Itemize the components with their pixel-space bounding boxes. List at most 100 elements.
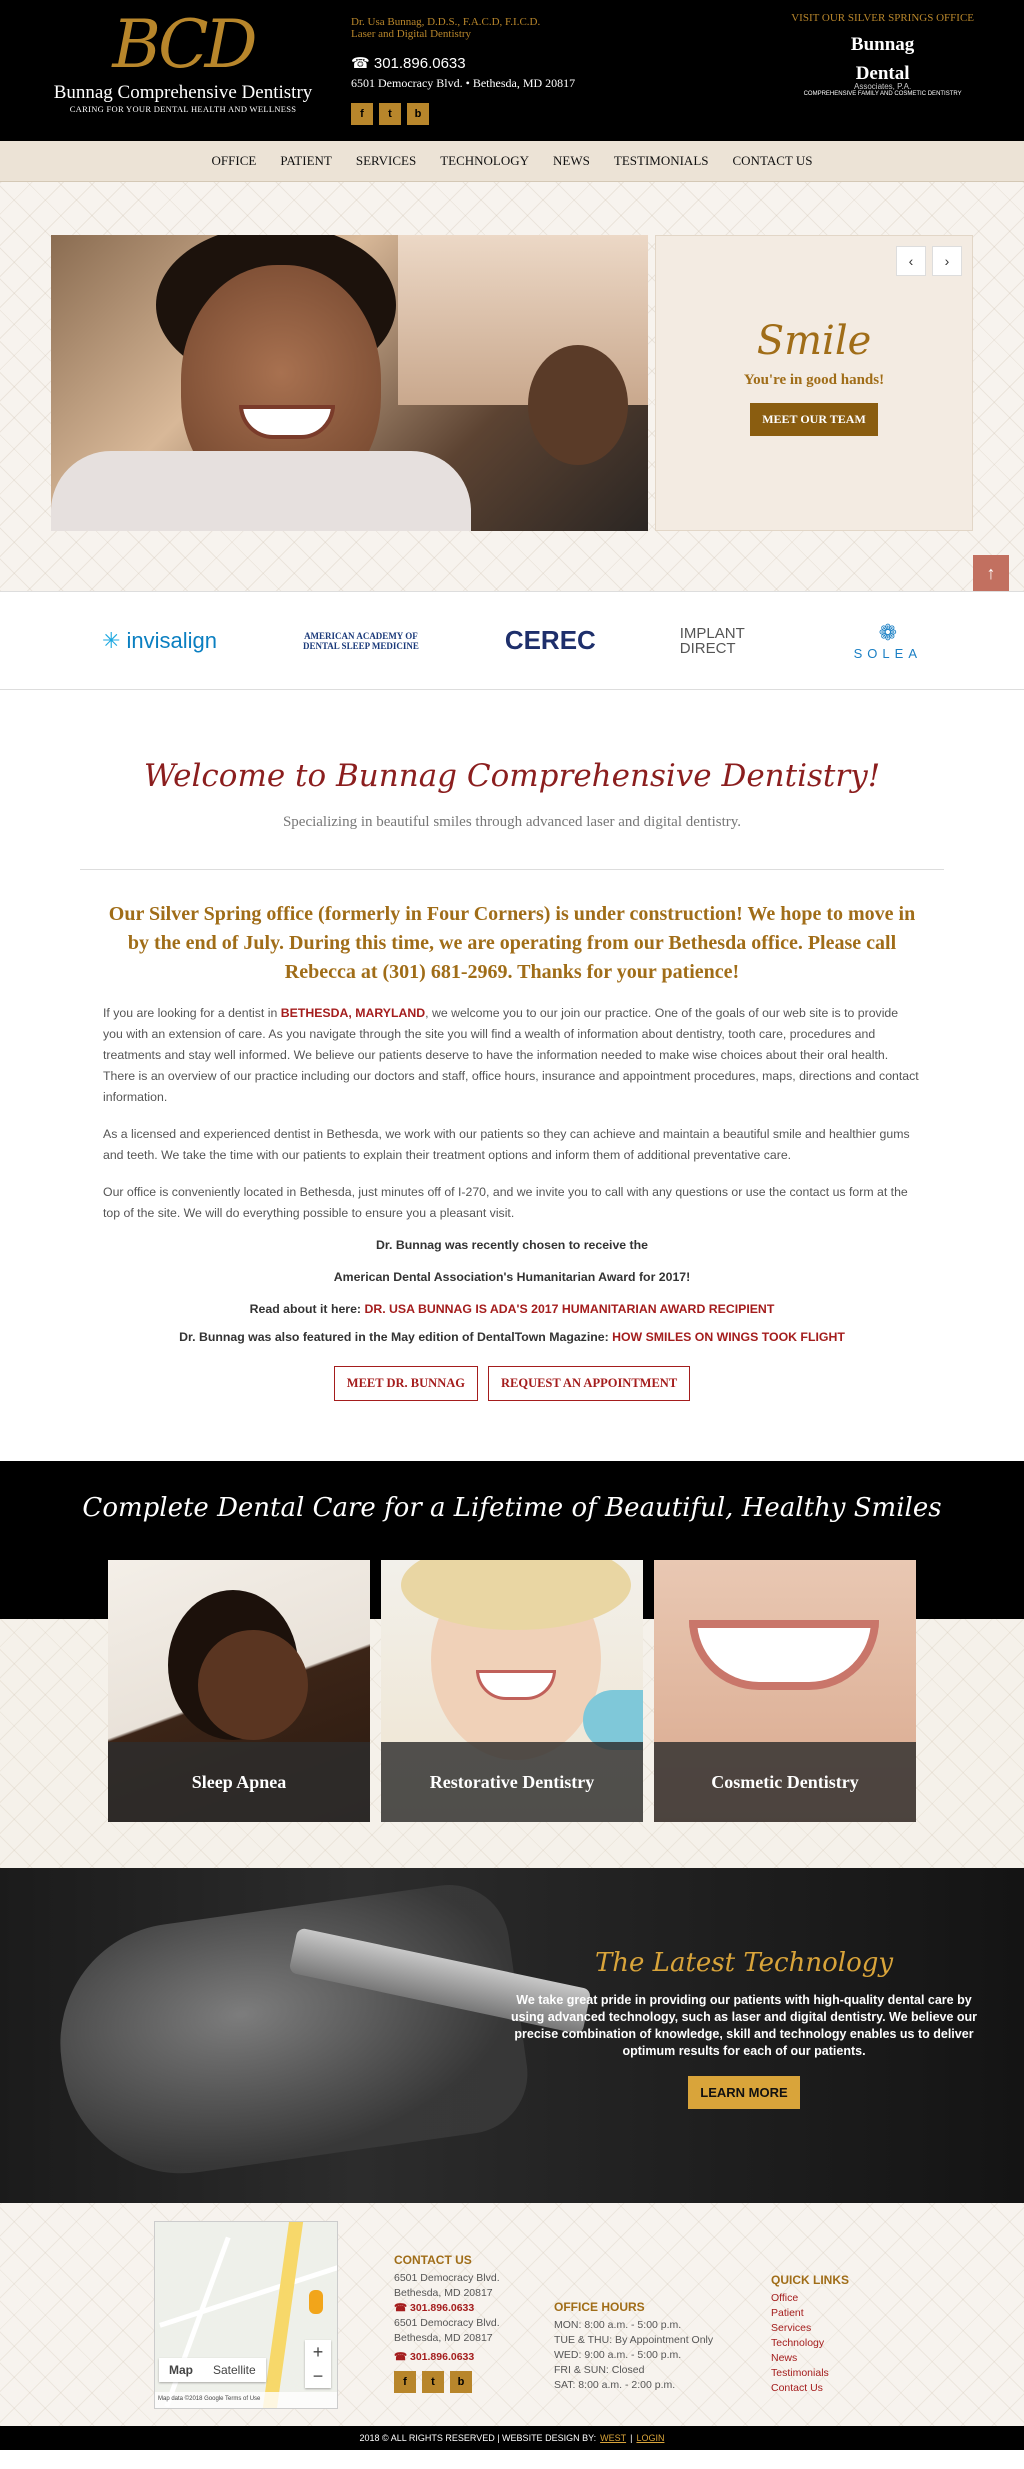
designer-link[interactable]: WEST (600, 2433, 626, 2443)
quick-links-title: QUICK LINKS (771, 2273, 849, 2287)
nav-services[interactable]: SERVICES (356, 153, 416, 169)
footer-link-services[interactable]: Services (771, 2321, 849, 2336)
footer-link-contact-us[interactable]: Contact Us (771, 2381, 849, 2396)
partner-logos: ✳ invisalign AMERICAN ACADEMY OF DENTAL … (0, 591, 1024, 690)
footer-address-line1: 6501 Democracy Blvd. (394, 2317, 500, 2329)
site-header: BCD Bunnag Comprehensive Dentistry CARIN… (0, 0, 1024, 141)
chevron-right-icon[interactable]: › (932, 246, 962, 276)
implant-direct-logo[interactable]: IMPLANT DIRECT (680, 626, 770, 656)
pegman-icon[interactable] (309, 2290, 323, 2314)
footer-address-line1: 6501 Democracy Blvd. (394, 2272, 500, 2284)
request-appointment-button[interactable]: REQUEST AN APPOINTMENT (487, 1366, 691, 1401)
site-footer: Map Satellite + − Map data ©2018 Google … (0, 2203, 1024, 2426)
hero-caption: ‹ › Smile You're in good hands! MEET OUR… (655, 235, 973, 531)
google-map[interactable]: Map Satellite + − Map data ©2018 Google … (154, 2221, 338, 2409)
map-zoom-controls: + − (305, 2340, 331, 2388)
welcome-actions: MEET DR. BUNNAG REQUEST AN APPOINTMENT (80, 1366, 944, 1401)
facebook-icon[interactable]: f (394, 2371, 416, 2393)
nav-technology[interactable]: TECHNOLOGY (440, 153, 529, 169)
award-article-link[interactable]: DR. USA BUNNAG IS ADA'S 2017 HUMANITARIA… (364, 1302, 774, 1316)
facebook-icon[interactable]: f (351, 103, 373, 125)
copyright-text: 2018 © ALL RIGHTS RESERVED | WEBSITE DES… (359, 2433, 597, 2443)
chevron-left-icon[interactable]: ‹ (896, 246, 926, 276)
practice-name: Bunnag Comprehensive Dentistry (53, 82, 313, 103)
phone-icon: ☎ (394, 2351, 410, 2363)
experience-paragraph: As a licensed and experienced dentist in… (103, 1127, 910, 1162)
meet-our-team-button[interactable]: MEET OUR TEAM (750, 403, 878, 436)
hours-row: SAT: 8:00 a.m. - 2:00 p.m. (554, 2379, 676, 2391)
map-credit: Map data ©2018 Google Terms of Use (155, 2392, 337, 2408)
twitter-icon[interactable]: t (422, 2371, 444, 2393)
footer-quick-links: QUICK LINKS Office Patient Services Tech… (771, 2273, 849, 2396)
footer-phone[interactable]: ☎ 301.896.0633 (394, 2350, 500, 2365)
aadsm-logo[interactable]: AMERICAN ACADEMY OF DENTAL SLEEP MEDICIN… (301, 631, 421, 651)
hero-image (51, 235, 648, 531)
invisalign-logo[interactable]: ✳ invisalign (102, 628, 217, 654)
blogger-icon[interactable]: b (407, 103, 429, 125)
nav-news[interactable]: NEWS (553, 153, 590, 169)
copyright-bar: 2018 © ALL RIGHTS RESERVED | WEBSITE DES… (0, 2426, 1024, 2450)
award-line-2: American Dental Association's Humanitari… (333, 1270, 691, 1284)
doctor-info: Dr. Usa Bunnag, D.D.S., F.A.C.D, F.I.C.D… (351, 16, 575, 125)
service-label: Cosmetic Dentistry (654, 1742, 916, 1822)
meet-dr-bunnag-button[interactable]: MEET DR. BUNNAG (333, 1366, 478, 1401)
nav-patient[interactable]: PATIENT (280, 153, 332, 169)
nav-testimonials[interactable]: TESTIMONIALS (614, 153, 709, 169)
twitter-icon[interactable]: t (379, 103, 401, 125)
technology-text: We take great pride in providing our pat… (510, 1993, 978, 2058)
service-card-sleep-apnea[interactable]: Sleep Apnea (108, 1560, 370, 1822)
footer-link-news[interactable]: News (771, 2351, 849, 2366)
solea-logo[interactable]: ❁ SOLEA (854, 620, 922, 661)
satellite-tab[interactable]: Satellite (203, 2358, 266, 2382)
nav-contact-us[interactable]: CONTACT US (733, 153, 813, 169)
map-tab[interactable]: Map (159, 2358, 203, 2382)
footer-contact: CONTACT US 6501 Democracy Blvd. Bethesda… (394, 2253, 500, 2393)
practice-tagline: CARING FOR YOUR DENTAL HEALTH AND WELLNE… (69, 104, 297, 114)
footer-link-testimonials[interactable]: Testimonials (771, 2366, 849, 2381)
contact-title: CONTACT US (394, 2253, 472, 2267)
services-title: Complete Dental Care for a Lifetime of B… (82, 1493, 942, 1523)
bda-logo-line1: Bunnag (850, 34, 915, 55)
welcome-section: Welcome to Bunnag Comprehensive Dentistr… (0, 690, 1024, 1461)
bda-logo-line3: Associates, P.A. (854, 82, 912, 91)
blogger-icon[interactable]: b (450, 2371, 472, 2393)
arrow-up-icon[interactable]: ↑ (973, 555, 1009, 591)
hero-subtitle: You're in good hands! (743, 372, 885, 388)
footer-link-office[interactable]: Office (771, 2291, 849, 2306)
header-phone[interactable]: ☎ 301.896.0633 (351, 54, 575, 72)
footer-hours: OFFICE HOURS MON: 8:00 a.m. - 5:00 p.m. … (554, 2300, 713, 2393)
footer-address-line2: Bethesda, MD 20817 (394, 2332, 493, 2344)
doctor-name: Dr. Usa Bunnag, D.D.S., F.A.C.D, F.I.C.D… (351, 16, 541, 28)
zoom-in-icon[interactable]: + (305, 2340, 331, 2364)
technology-section: The Latest Technology We take great prid… (0, 1868, 1024, 2203)
phone-icon: ☎ (351, 55, 374, 72)
visit-office-link[interactable]: VISIT OUR SILVER SPRINGS OFFICE (791, 12, 974, 24)
logo-monogram: BCD (112, 6, 257, 83)
nav-office[interactable]: OFFICE (212, 153, 257, 169)
main-nav: OFFICE PATIENT SERVICES TECHNOLOGY NEWS … (0, 141, 1024, 182)
construction-notice: Our Silver Spring office (formerly in Fo… (108, 903, 916, 983)
service-label: Restorative Dentistry (381, 1742, 643, 1822)
footer-link-technology[interactable]: Technology (771, 2336, 849, 2351)
footer-link-patient[interactable]: Patient (771, 2306, 849, 2321)
bethesda-link[interactable]: BETHESDA, MARYLAND (281, 1006, 425, 1020)
dentaltown-article-link[interactable]: HOW SMILES ON WINGS TOOK FLIGHT (612, 1330, 845, 1344)
cerec-logo[interactable]: CEREC (505, 625, 596, 656)
learn-more-button[interactable]: LEARN MORE (688, 2076, 800, 2109)
divider (80, 869, 944, 870)
doctor-specialty: Laser and Digital Dentistry (351, 28, 472, 40)
service-card-cosmetic[interactable]: Cosmetic Dentistry (654, 1560, 916, 1822)
hero-title: Smile (756, 318, 872, 364)
hours-row: TUE & THU: By Appointment Only (554, 2334, 714, 2346)
practice-logo[interactable]: BCD Bunnag Comprehensive Dentistry CARIN… (48, 6, 318, 115)
intro-paragraph: If you are looking for a dentist in BETH… (103, 1006, 919, 1104)
zoom-out-icon[interactable]: − (305, 2364, 331, 2388)
hours-row: MON: 8:00 a.m. - 5:00 p.m. (554, 2319, 682, 2331)
bda-logo-line2: Dental (855, 63, 910, 84)
footer-phone[interactable]: ☎ 301.896.0633 (394, 2301, 500, 2316)
silver-spring-office[interactable]: VISIT OUR SILVER SPRINGS OFFICE Bunnag D… (791, 12, 974, 97)
service-card-restorative[interactable]: Restorative Dentistry (381, 1560, 643, 1822)
login-link[interactable]: LOGIN (636, 2433, 664, 2443)
technology-content: The Latest Technology We take great prid… (508, 1948, 980, 2109)
bda-logo-tag: COMPREHENSIVE FAMILY AND COSMETIC DENTIS… (803, 91, 962, 97)
